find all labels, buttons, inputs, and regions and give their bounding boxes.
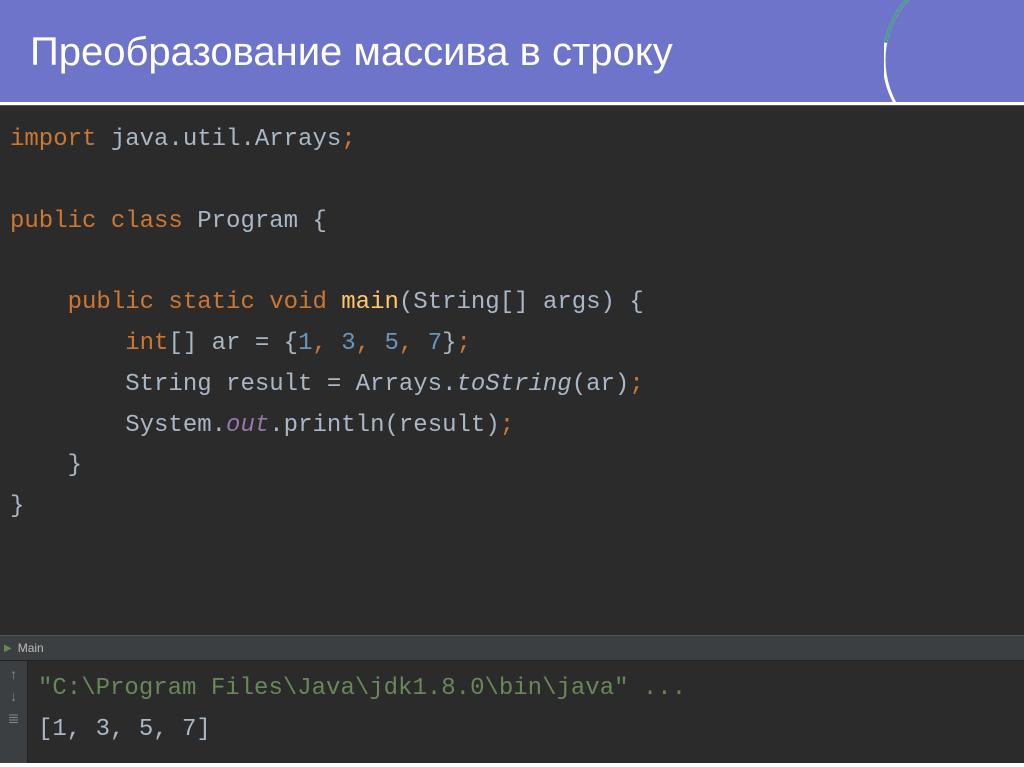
class-name: Program: [183, 208, 313, 235]
header-decor-arc: [884, 0, 1024, 105]
keyword-static: static: [154, 289, 255, 316]
slide-title: Преобразование массива в строку: [0, 0, 1024, 75]
keyword-class: class: [96, 208, 182, 235]
paren-close: ): [601, 289, 630, 316]
arg-result: result: [399, 412, 485, 439]
method-tostring: toString: [456, 371, 571, 398]
array-close: }: [442, 330, 456, 357]
number-literal: 5: [385, 330, 399, 357]
keyword-public: public: [10, 208, 96, 235]
run-tab-bar: ▶ Main: [0, 635, 1024, 661]
arrow-up-icon[interactable]: ↑: [10, 667, 17, 681]
keyword-void: void: [255, 289, 327, 316]
console-line-1: "C:\Program Files\Java\jdk1.8.0\bin\java…: [38, 675, 686, 702]
keyword-public: public: [68, 289, 154, 316]
console-line-2: [1, 3, 5, 7]: [38, 716, 211, 743]
array-open: {: [284, 330, 298, 357]
semicolon: ;: [500, 412, 514, 439]
paren-open: (: [572, 371, 586, 398]
run-tab-label[interactable]: Main: [18, 641, 44, 655]
comma: ,: [356, 330, 385, 357]
comma: ,: [399, 330, 428, 357]
close-brace: }: [68, 452, 82, 479]
paren-close: ): [485, 412, 499, 439]
paren-close: ): [615, 371, 629, 398]
array-brackets: []: [168, 330, 211, 357]
array-brackets: []: [500, 289, 543, 316]
slide-header: Преобразование массива в строку: [0, 0, 1024, 105]
number-literal: 7: [428, 330, 442, 357]
wrap-icon[interactable]: ≣: [8, 711, 20, 725]
comma: ,: [312, 330, 341, 357]
semicolon: ;: [341, 126, 355, 153]
method-main: main: [327, 289, 399, 316]
open-brace: {: [312, 208, 326, 235]
keyword-import: import: [10, 126, 96, 153]
keyword-int: int: [125, 330, 168, 357]
string-result-decl: String result = Arrays.: [125, 371, 456, 398]
console-gutter: ↑ ↓ ≣: [0, 661, 28, 763]
field-out: out: [226, 412, 269, 439]
param-args: args: [543, 289, 601, 316]
number-literal: 3: [341, 330, 355, 357]
semicolon: ;: [629, 371, 643, 398]
console-output: "C:\Program Files\Java\jdk1.8.0\bin\java…: [28, 661, 1024, 763]
arg-ar: ar: [586, 371, 615, 398]
close-brace: }: [10, 493, 24, 520]
system-class: System.: [125, 412, 226, 439]
console-panel: ↑ ↓ ≣ "C:\Program Files\Java\jdk1.8.0\bi…: [0, 661, 1024, 763]
code-editor: import java.util.Arrays; public class Pr…: [0, 105, 1024, 635]
open-brace: {: [629, 289, 643, 316]
play-icon: ▶: [4, 643, 12, 654]
type-string: String: [413, 289, 499, 316]
paren-open: (: [399, 289, 413, 316]
paren-open: (: [384, 412, 398, 439]
arrow-down-icon[interactable]: ↓: [10, 689, 17, 703]
method-println: .println: [269, 412, 384, 439]
number-literal: 1: [298, 330, 312, 357]
import-package: java.util.Arrays: [96, 126, 341, 153]
semicolon: ;: [457, 330, 471, 357]
var-ar: ar =: [212, 330, 284, 357]
